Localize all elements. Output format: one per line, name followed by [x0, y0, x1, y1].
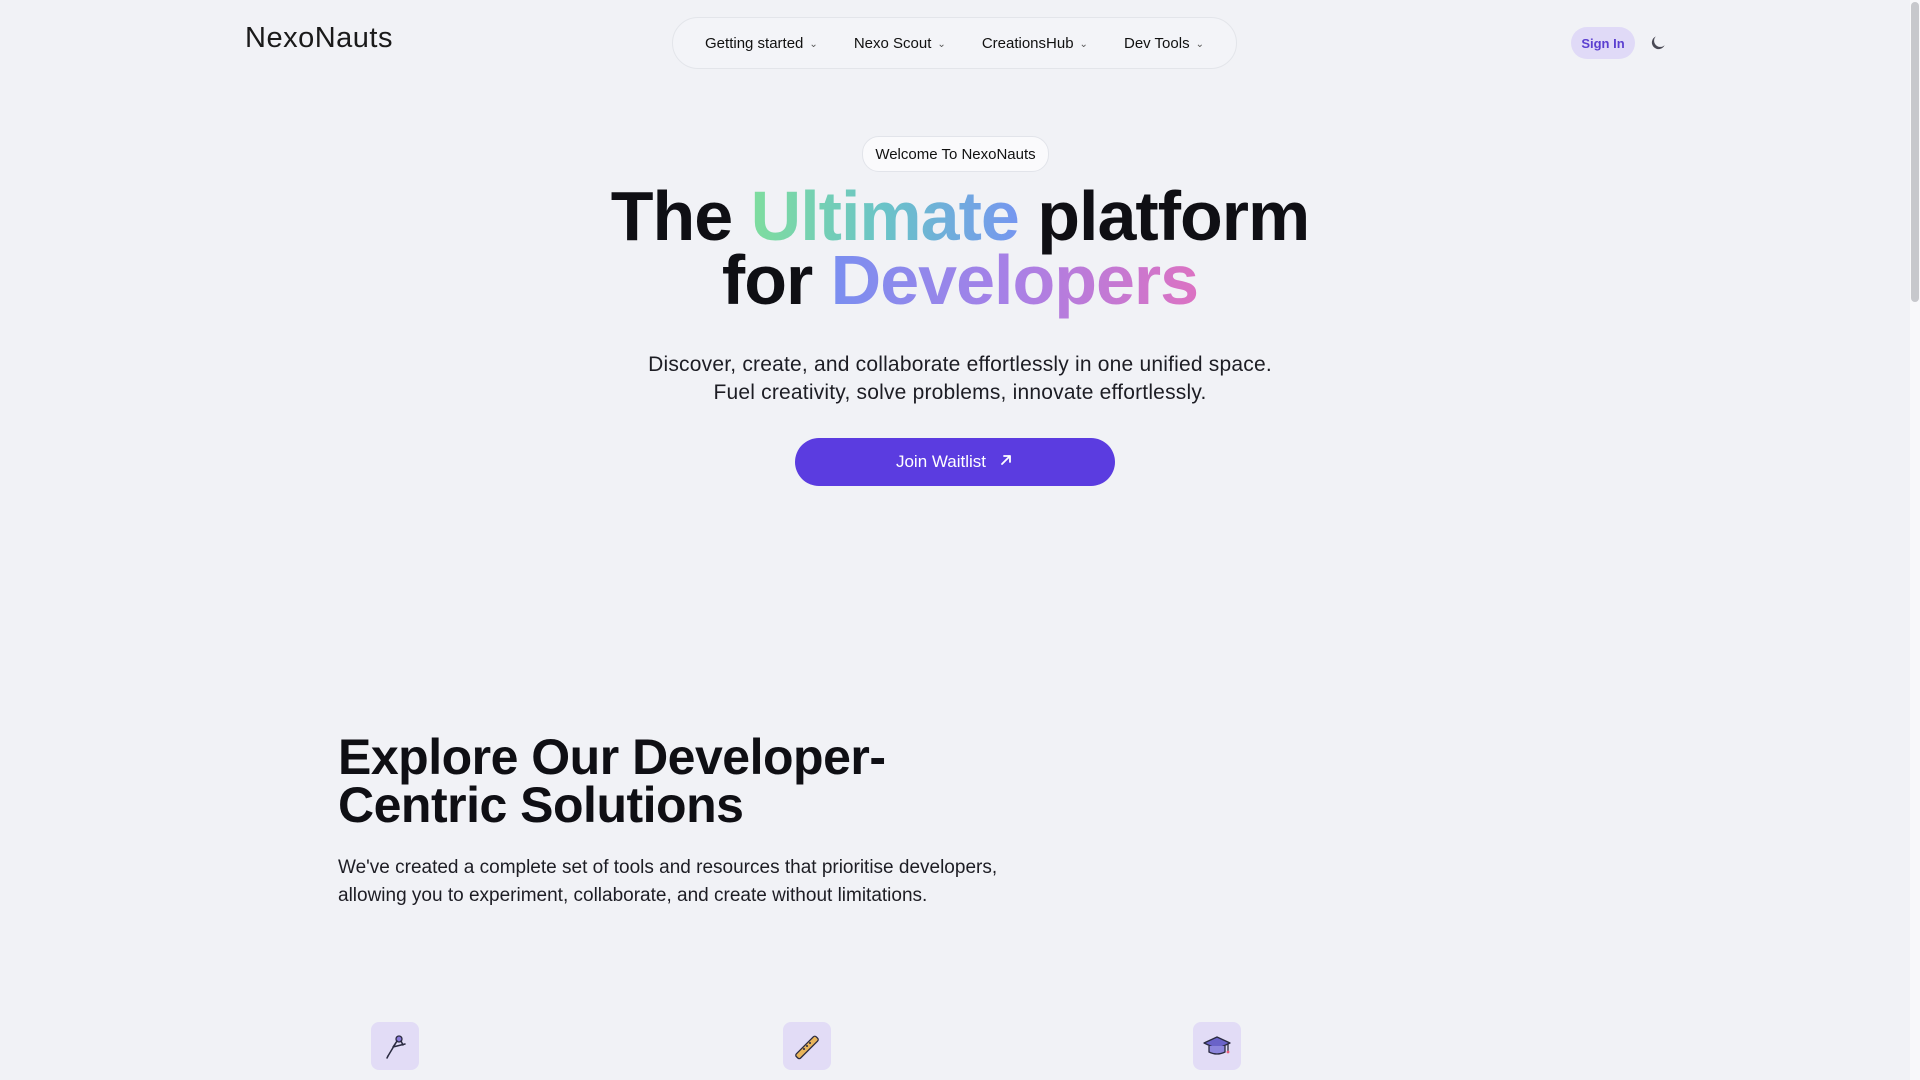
nav-label: Nexo Scout	[853, 34, 932, 52]
scrollbar-thumb[interactable]	[1911, 2, 1919, 302]
section-description: We've created a complete set of tools an…	[338, 854, 1038, 910]
hero-subtitle: Discover, create, and collaborate effort…	[560, 351, 1360, 407]
welcome-badge: Welcome To NexoNauts	[862, 136, 1049, 172]
nav-label: Dev Tools	[1123, 34, 1190, 52]
hero-title-highlight: Developers	[830, 241, 1199, 319]
nav-creationshub[interactable]: CreationsHub ⌄	[982, 35, 1088, 52]
logo[interactable]: NexoNauts	[245, 22, 393, 55]
section-description-line: allowing you to experiment, collaborate,…	[338, 885, 928, 906]
flute-icon	[783, 1022, 831, 1070]
compass-icon	[371, 1022, 419, 1070]
site-header: NexoNauts Getting started ⌄ Nexo Scout ⌄…	[0, 0, 1910, 86]
hero-subtitle-line: Discover, create, and collaborate effort…	[648, 353, 1272, 376]
section-description-line: We've created a complete set of tools an…	[338, 857, 998, 878]
nav-nexo-scout[interactable]: Nexo Scout ⌄	[854, 35, 946, 52]
section-title: Explore Our Developer- Centric Solutions	[338, 729, 1038, 833]
chevron-down-icon: ⌄	[809, 38, 818, 50]
arrow-up-right-icon	[998, 452, 1014, 473]
page-scrollbar[interactable]	[1910, 0, 1920, 1080]
sign-in-button[interactable]: Sign In	[1571, 27, 1635, 59]
nav-dev-tools[interactable]: Dev Tools ⌄	[1124, 35, 1204, 52]
chevron-down-icon: ⌄	[937, 38, 946, 50]
chevron-down-icon: ⌄	[1079, 38, 1088, 50]
section-title-line: Centric Solutions	[338, 777, 744, 833]
hero-title: The Ultimate platform for Developers	[460, 181, 1460, 315]
chevron-down-icon: ⌄	[1195, 38, 1204, 50]
join-waitlist-button[interactable]: Join Waitlist	[795, 438, 1115, 486]
hero-title-word: for	[721, 241, 813, 319]
hero-title-word: The	[610, 177, 733, 255]
nav-label: CreationsHub	[981, 34, 1074, 52]
main-nav: Getting started ⌄ Nexo Scout ⌄ Creations…	[672, 17, 1237, 69]
hero-subtitle-line: Fuel creativity, solve problems, innovat…	[713, 381, 1207, 404]
join-waitlist-label: Join Waitlist	[895, 452, 987, 471]
moon-icon[interactable]	[1648, 33, 1668, 53]
graduation-cap-icon	[1193, 1022, 1241, 1070]
nav-label: Getting started	[705, 34, 804, 52]
nav-getting-started[interactable]: Getting started ⌄	[705, 35, 818, 52]
section-title-line: Explore Our Developer-	[338, 729, 886, 785]
